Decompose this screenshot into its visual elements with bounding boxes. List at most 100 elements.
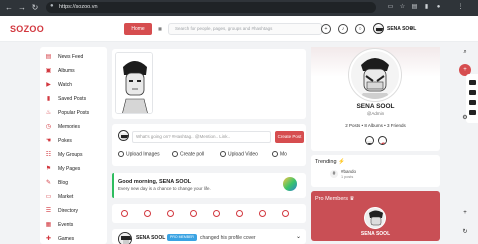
pro-member-avatar[interactable] — [364, 207, 386, 229]
hashtag-icon: # — [330, 170, 338, 178]
app-header: SOZOO Home ▦ Search for people, pages, g… — [0, 16, 478, 42]
image-icon — [118, 151, 124, 157]
avatar[interactable] — [118, 232, 132, 244]
sidebar-item-my-pages[interactable]: ⚑ My Pages — [45, 165, 103, 175]
sidebar: ▤ News Feed ▣ Albums ▶ Watch ▮ Saved Posts ♨… — [40, 47, 107, 244]
bolt-icon: ⚡ — [338, 159, 345, 165]
filter-text-icon[interactable] — [144, 210, 151, 217]
profile-handle: @Admin — [366, 111, 385, 116]
post-action-text: changed his profile cover — [200, 235, 256, 241]
calendar-icon: ▦ — [45, 222, 52, 228]
profile-icon[interactable]: ● — [434, 3, 443, 12]
sidebar-item-watch[interactable]: ▶ Watch — [45, 81, 103, 91]
poll-icon — [172, 151, 178, 157]
url-text: https://sozoo.vn — [59, 4, 98, 10]
extension-icon[interactable]: ▤ — [410, 3, 419, 12]
chevron-down-icon[interactable]: ▾ — [406, 23, 416, 35]
group-icon: ☷ — [45, 152, 52, 158]
sidebar-item-events[interactable]: ▦ Events — [45, 221, 103, 231]
search-input[interactable]: Search for people, pages, groups and #ha… — [168, 23, 322, 35]
profile-card: SENA SOOL @Admin 2 Posts • 8 Albums • 3 … — [311, 47, 440, 151]
fire-icon: ♨ — [45, 110, 52, 116]
greeting-title: Good morning, SENA SOOL — [118, 179, 192, 185]
search-icon[interactable]: ⌕ — [459, 46, 471, 58]
sidebar-item-my-groups[interactable]: ☷ My Groups — [45, 151, 103, 161]
greeting-accent — [112, 173, 114, 198]
lock-icon: ● — [50, 3, 54, 9]
sidebar-item-games[interactable]: ✚ Games — [45, 235, 103, 244]
feed-post: SENA SOOL PRO MEMBER changed his profile… — [112, 229, 306, 244]
camera-icon[interactable] — [469, 80, 476, 85]
filter-poll-icon[interactable] — [282, 210, 289, 217]
upload-video-button[interactable]: Upload Video — [220, 151, 258, 159]
filter-map-icon[interactable] — [259, 210, 266, 217]
albums-icon: ▣ — [45, 68, 52, 74]
filter-video-icon[interactable] — [190, 210, 197, 217]
bookmark-icon: ▮ — [46, 96, 51, 102]
gear-icon[interactable]: ⚙ — [459, 112, 471, 124]
profile-stats: 2 Posts • 8 Albums • 3 Friends — [345, 123, 406, 128]
hand-icon: ☚ — [45, 138, 52, 144]
newspaper-icon: ▤ — [45, 54, 52, 60]
directory-icon: ☰ — [45, 208, 52, 214]
crown-icon: ♛ — [349, 196, 355, 202]
profile-name[interactable]: SENA SOOL — [311, 103, 440, 110]
sidebar-item-blog[interactable]: ✎ Blog — [45, 179, 103, 189]
more-button[interactable]: Mo — [272, 151, 287, 159]
music-icon[interactable] — [469, 100, 476, 105]
avatar[interactable] — [373, 23, 384, 34]
bell-icon[interactable]: ♪ — [338, 24, 348, 34]
filter-image-icon[interactable] — [167, 210, 174, 217]
address-bar[interactable]: ● https://sozoo.vn — [46, 2, 376, 13]
more-icon — [272, 151, 278, 157]
trending-card: Trending ⚡ # #bando 1 posts — [311, 155, 440, 187]
plus-icon[interactable]: + — [459, 207, 471, 219]
site-logo[interactable]: SOZOO — [10, 24, 44, 34]
trending-count: 1 posts — [341, 175, 354, 179]
trending-tag[interactable]: #bando — [341, 169, 356, 174]
sidebar-item-albums[interactable]: ▣ Albums — [45, 67, 103, 77]
create-post-button[interactable]: Create Post — [275, 131, 304, 143]
create-poll-button[interactable]: Create poll — [172, 151, 204, 159]
refresh-icon[interactable]: ↻ — [459, 226, 471, 238]
clock-icon: ◷ — [45, 124, 52, 130]
chat-icon[interactable]: ○ — [355, 24, 365, 34]
filter-music-icon[interactable] — [213, 210, 220, 217]
sidebar-item-directory[interactable]: ☰ Directory — [45, 207, 103, 217]
arrow-right-icon[interactable]: → — [17, 2, 27, 13]
sidebar-item-saved-posts[interactable]: ▮ Saved Posts — [45, 95, 103, 105]
star-icon[interactable]: ☆ — [398, 3, 407, 12]
post-input[interactable]: What's going on? #Hashtag.. @Mention.. L… — [132, 131, 271, 143]
install-icon[interactable]: ▭ — [386, 3, 395, 12]
sidebar-item-pokes[interactable]: ☚ Pokes — [45, 137, 103, 147]
pro-member-badge: PRO MEMBER — [167, 234, 197, 241]
friend-avatar[interactable] — [378, 136, 387, 145]
plus-icon[interactable]: + — [321, 24, 331, 34]
cart-icon: ▭ — [45, 194, 52, 200]
pro-member-name[interactable]: SENA SOOL — [311, 231, 440, 237]
friend-avatar[interactable] — [365, 136, 374, 145]
post-composer: What's going on? #Hashtag.. @Mention.. L… — [112, 124, 306, 166]
chevron-down-icon[interactable]: ⌄ — [296, 233, 301, 240]
upload-images-button[interactable]: Upload Images — [118, 151, 160, 159]
post-author[interactable]: SENA SOOL — [136, 235, 165, 241]
video-icon — [220, 151, 226, 157]
home-button[interactable]: Home — [124, 23, 152, 35]
sidebar-item-news-feed[interactable]: ▤ News Feed — [45, 53, 103, 63]
filter-all-icon[interactable] — [121, 210, 128, 217]
video-icon[interactable] — [469, 90, 476, 95]
sidebar-item-market[interactable]: ▭ Market — [45, 193, 103, 203]
sidebar-item-popular-posts[interactable]: ♨ Popular Posts — [45, 109, 103, 119]
arrow-left-icon[interactable]: ← — [4, 2, 14, 13]
reload-icon[interactable]: ↻ — [30, 2, 40, 13]
grid-icon[interactable]: ▦ — [155, 23, 165, 35]
pro-members-card: Pro Members ♛ SENA SOOL — [311, 191, 440, 241]
avatar — [118, 130, 129, 141]
story-thumbnail[interactable] — [115, 52, 153, 114]
globe-icon — [283, 177, 297, 191]
filter-file-icon[interactable] — [236, 210, 243, 217]
sidebar-item-memories[interactable]: ◷ Memories — [45, 123, 103, 133]
sidebar-icon[interactable]: ▮ — [422, 3, 431, 12]
profile-avatar[interactable] — [349, 49, 401, 101]
menu-icon[interactable]: ⋮ — [456, 3, 465, 12]
